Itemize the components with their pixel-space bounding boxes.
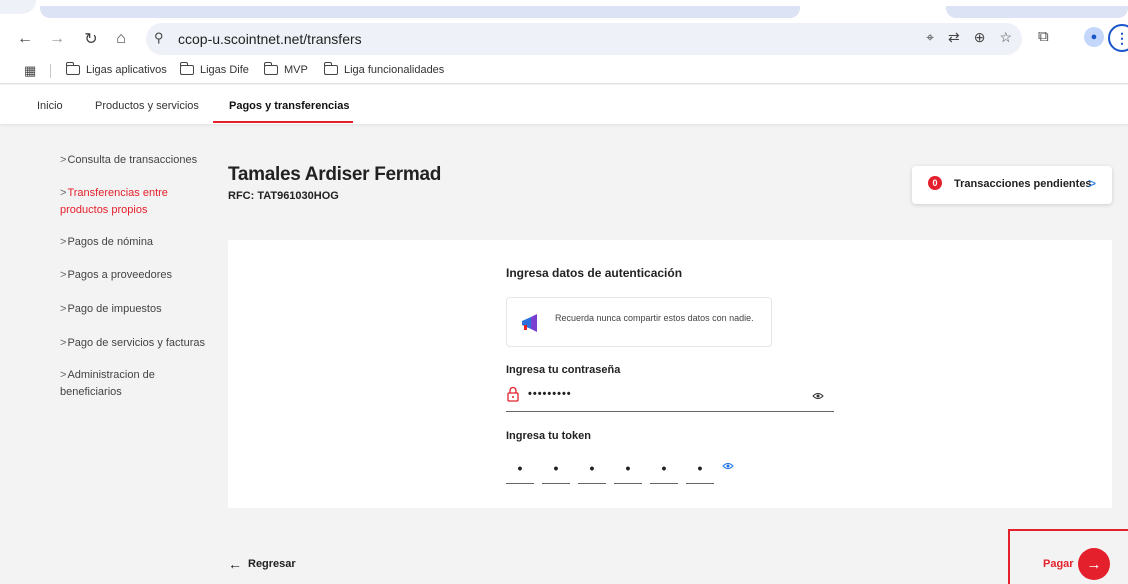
token-digit-input[interactable]: • [686,452,714,484]
sidebar-item-consulta[interactable]: >Consulta de transacciones [60,152,220,169]
nav-active-indicator [213,121,353,123]
pay-highlight-frame [1008,529,1128,584]
sidebar-item-label: Consulta de transacciones [67,154,198,166]
token-label: Ingresa tu token [506,430,591,442]
customer-name: Tamales Ardiser Fermad [228,164,442,185]
sidebar-item-label: Pagos a proveedores [67,269,173,281]
browser-toolbar: ← → ↻ ⌂ ⚲ ccop-u.scointnet.net/transfers… [0,20,1128,58]
sidebar-item-label: Administracion de beneficiarios [60,369,155,398]
back-icon[interactable]: ← [14,28,36,50]
security-notice: Recuerda nunca compartir estos datos con… [506,297,772,347]
chevron-right-icon: > [60,303,67,315]
sidebar-item-label: Pagos de nómina [67,236,154,248]
omnibox-actions: ⌖ ⇄ ⊕ ☆ [926,29,1012,46]
nav-item-productos[interactable]: Productos y servicios [95,100,199,112]
chevron-right-icon: > [60,154,67,166]
sidebar-item-label: Pago de impuestos [67,303,162,315]
bookmark-label: Ligas aplicativos [86,64,167,76]
browser-tab[interactable] [946,6,1128,18]
sidebar-item-nomina[interactable]: >Pagos de nómina [60,234,220,251]
arrow-right-icon: → [1086,555,1102,573]
sidebar-item-proveedores[interactable]: >Pagos a proveedores [60,267,220,284]
eye-icon[interactable] [722,462,734,470]
password-field[interactable]: ••••••••• [506,382,834,412]
browser-tab[interactable] [0,0,36,14]
bookmarks-divider [50,64,51,78]
arrow-left-icon: ← [228,556,242,572]
chevron-right-icon: > [60,236,67,248]
address-bar[interactable]: ⚲ ccop-u.scointnet.net/transfers ⌖ ⇄ ⊕ ☆ [146,23,1022,55]
site-info-icon[interactable]: ⚲ [154,30,164,46]
bookmark-star-icon[interactable]: ☆ [999,29,1012,46]
reload-icon[interactable]: ↻ [80,28,102,50]
profile-avatar-icon[interactable]: ● [1084,27,1104,47]
password-value[interactable]: ••••••••• [528,388,572,400]
chevron-right-icon: > [1088,175,1097,191]
folder-icon [263,62,278,75]
translate-icon[interactable]: ⇄ [948,29,960,46]
bookmark-label: Ligas Dife [200,64,249,76]
notice-text: Recuerda nunca compartir estos datos con… [555,313,754,323]
chevron-right-icon: > [60,269,67,281]
sidebar-item-beneficiarios[interactable]: >Administracion de beneficiarios [60,367,170,401]
forward-icon[interactable]: → [46,28,68,50]
lock-icon [507,386,519,402]
pending-label: Transacciones pendientes [954,178,1092,190]
bookmark-folder[interactable]: Liga funcionalidades [323,62,445,76]
bookmark-label: MVP [284,64,308,76]
url-text[interactable]: ccop-u.scointnet.net/transfers [178,31,362,47]
bookmark-folder[interactable]: Ligas aplicativos [65,62,167,76]
folder-icon [65,62,80,75]
pending-count-badge: 0 [928,176,942,190]
back-label: Regresar [248,558,296,570]
sidebar-item-label: Transferencias entre productos propios [60,187,168,216]
zoom-icon[interactable]: ⊕ [974,29,986,46]
folder-icon [323,62,338,75]
pay-label[interactable]: Pagar [1043,558,1074,570]
sidebar-item-transferencias[interactable]: >Transferencias entre productos propios [60,185,180,219]
token-digit-input[interactable]: • [542,452,570,484]
bookmarks-bar: ▦ Ligas aplicativos Ligas Dife MVP Liga … [0,58,1128,84]
browser-tabstrip [0,0,1128,20]
nav-item-inicio[interactable]: Inicio [37,100,63,112]
password-label: Ingresa tu contraseña [506,364,621,376]
auth-title: Ingresa datos de autenticación [506,266,683,280]
chevron-right-icon: > [60,337,67,349]
chevron-right-icon: > [60,369,67,381]
nav-item-pagos[interactable]: Pagos y transferencias [229,100,349,112]
chevron-right-icon: > [60,187,67,199]
folder-icon [179,62,194,75]
apps-grid-icon[interactable]: ▦ [24,63,36,79]
token-digit-input[interactable]: • [506,452,534,484]
sidebar-item-servicios[interactable]: >Pago de servicios y facturas [60,335,210,352]
token-digit-input[interactable]: • [614,452,642,484]
bookmark-folder[interactable]: Ligas Dife [179,62,249,76]
pending-transactions-button[interactable]: 0 Transacciones pendientes > [912,166,1112,204]
home-icon[interactable]: ⌂ [110,28,132,50]
eye-icon[interactable] [812,392,824,400]
customer-rfc: RFC: TAT961030HOG [228,190,339,202]
browser-menu-icon[interactable]: ⋮ [1108,24,1128,52]
bookmark-folder[interactable]: MVP [263,62,308,76]
sidebar-item-label: Pago de servicios y facturas [67,337,206,349]
token-digit-input[interactable]: • [650,452,678,484]
sidebar-item-impuestos[interactable]: >Pago de impuestos [60,301,220,318]
back-button[interactable]: ← Regresar [228,556,296,572]
bookmark-label: Liga funcionalidades [344,64,445,76]
location-icon[interactable]: ⌖ [926,29,934,46]
extensions-icon[interactable]: ⧉ [1038,28,1049,45]
pay-button[interactable]: → [1078,548,1110,580]
app-top-nav: Inicio Productos y servicios Pagos y tra… [0,85,1128,124]
browser-tab[interactable] [40,6,800,18]
megaphone-icon [522,314,537,332]
token-digit-input[interactable]: • [578,452,606,484]
